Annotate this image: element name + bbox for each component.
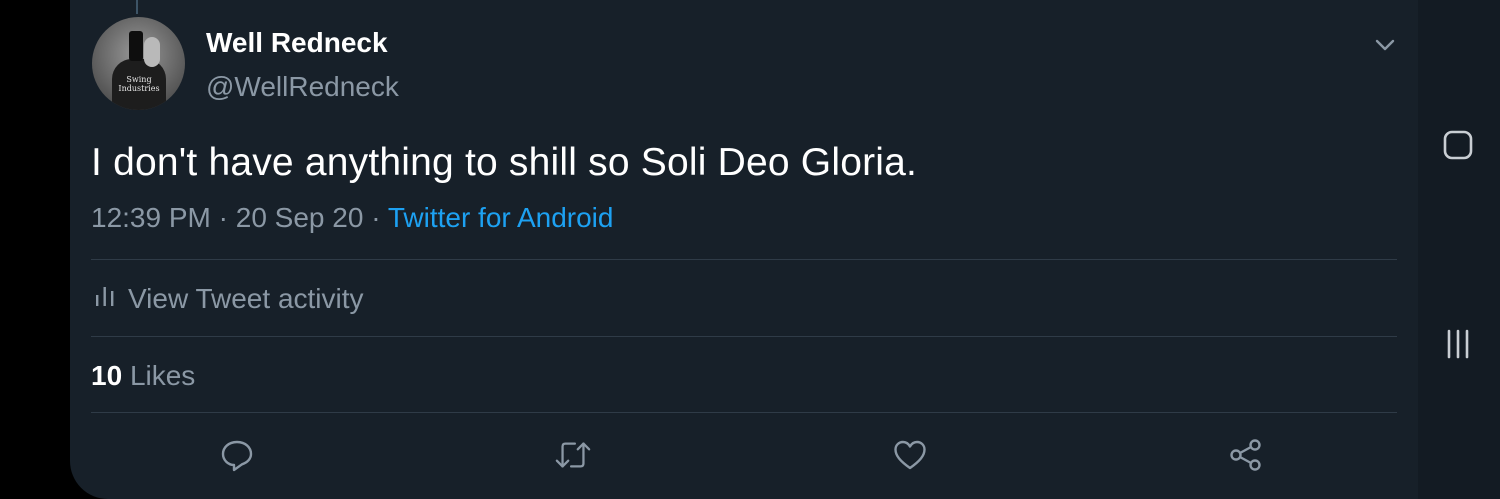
bar-chart-icon (94, 283, 116, 315)
home-icon[interactable] (1438, 324, 1478, 364)
avatar-phone (129, 31, 143, 61)
tweet-text: I don't have anything to shill so Soli D… (91, 141, 918, 184)
tweet-time: 12:39 PM (91, 202, 211, 233)
reply-icon[interactable] (218, 436, 256, 474)
system-nav-bar (1418, 0, 1500, 499)
share-icon[interactable] (1227, 436, 1265, 474)
tweet-source-link[interactable]: Twitter for Android (388, 202, 614, 233)
meta-separator: · (371, 202, 381, 233)
tweet-meta: 12:39 PM · 20 Sep 20 · Twitter for Andro… (91, 202, 613, 234)
heart-icon[interactable] (891, 436, 929, 474)
likes-label: Likes (129, 360, 196, 391)
tweet-date: 20 Sep 20 (235, 202, 364, 233)
author-handle[interactable]: @WellRedneck (206, 71, 399, 103)
divider (91, 336, 1397, 337)
tweet-detail-screen: Swing Industries Well Redneck @WellRedne… (70, 0, 1500, 499)
avatar[interactable]: Swing Industries (92, 17, 185, 110)
meta-separator: · (218, 202, 228, 233)
activity-label: View Tweet activity (128, 283, 364, 314)
view-tweet-activity-button[interactable]: View Tweet activity (94, 283, 364, 315)
likes-count: 10 (91, 360, 123, 391)
avatar-shirt-logo: Swing Industries (118, 75, 160, 93)
author-name[interactable]: Well Redneck (206, 27, 388, 59)
likes-summary[interactable]: 10 Likes (91, 360, 195, 392)
thread-line (136, 0, 138, 14)
chevron-down-icon[interactable] (1370, 30, 1400, 60)
recents-icon[interactable] (1438, 125, 1478, 165)
retweet-icon[interactable] (554, 436, 592, 474)
divider (91, 259, 1397, 260)
avatar-arm (144, 37, 160, 67)
divider (91, 412, 1397, 413)
